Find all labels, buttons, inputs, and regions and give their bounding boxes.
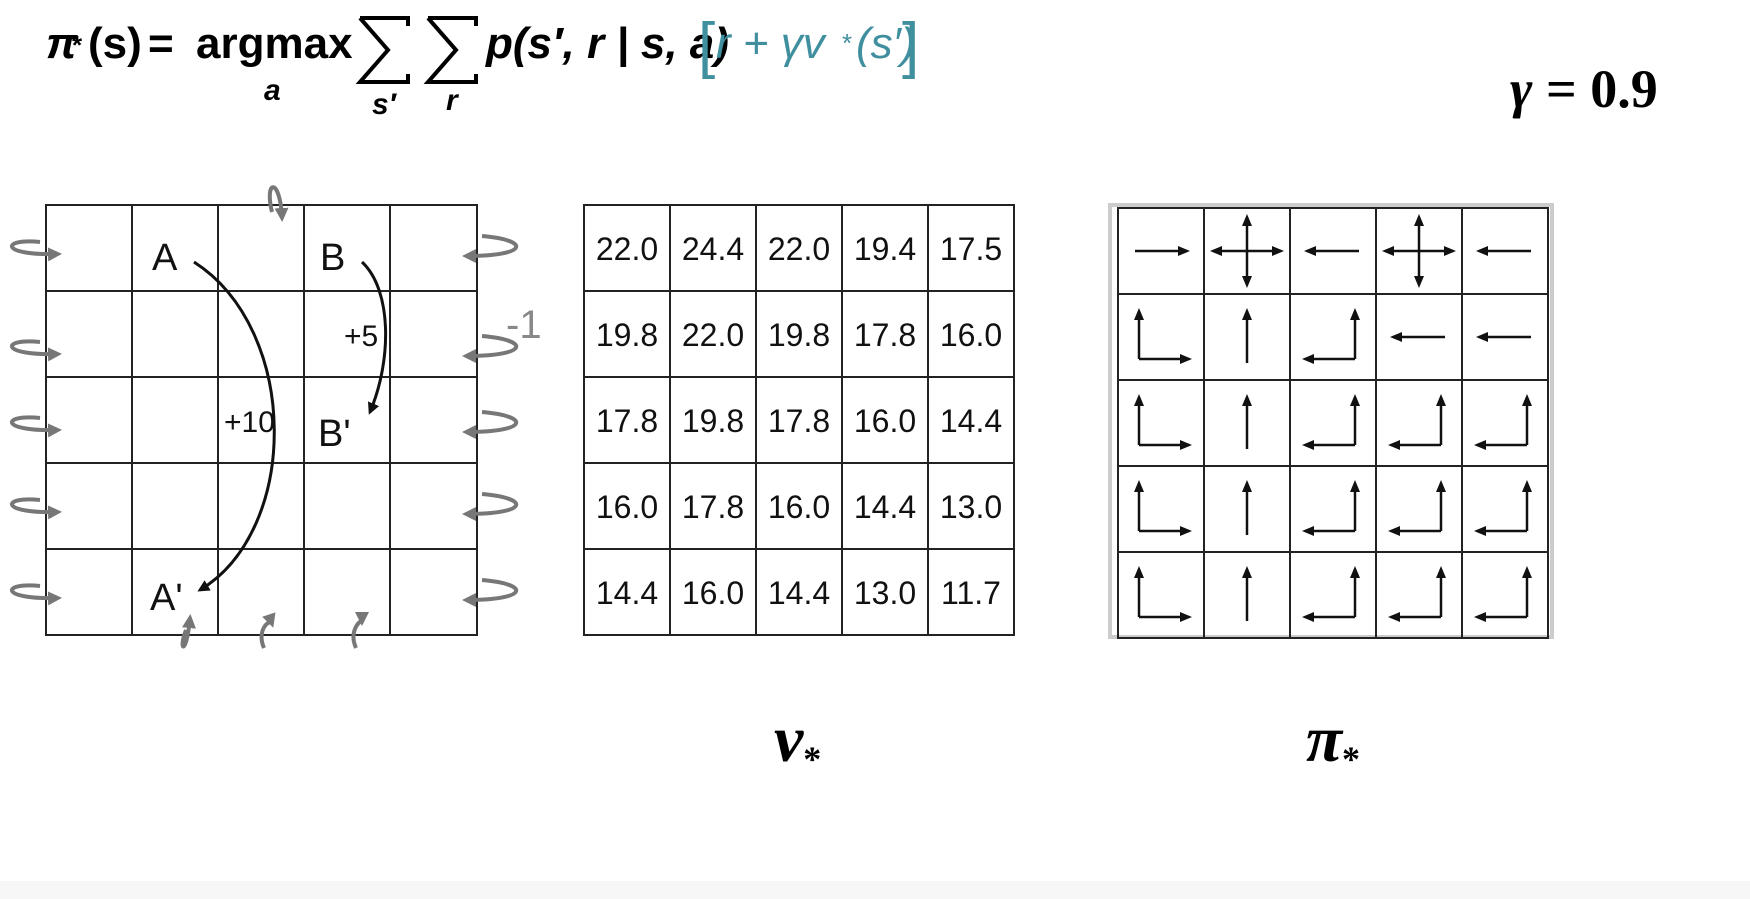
- state-b-prime-label: B': [318, 413, 351, 455]
- policy-cell: [1289, 551, 1377, 639]
- gridworld-diagram: A B B' A' +10 +5 -1: [9, 185, 542, 649]
- value-cell-text: 22.0: [682, 317, 744, 353]
- value-cell-text: 17.8: [854, 317, 916, 353]
- value-cell-text: 16.0: [768, 489, 830, 525]
- policy-table: [1108, 203, 1554, 639]
- value-cell-text: 16.0: [940, 317, 1002, 353]
- policy-table-frame: [1108, 203, 1554, 639]
- value-cell-text: 22.0: [596, 231, 658, 267]
- value-function-table: 22.0 24.4 22.0 19.4 17.5 19.8 22.0 19.8 17.8 16.0…: [583, 204, 1015, 636]
- value-cell-text: 14.4: [940, 403, 1002, 439]
- value-cell-text: 14.4: [768, 575, 830, 611]
- sum-symbol-1: [355, 16, 410, 84]
- value-cell-text: 17.8: [682, 489, 744, 525]
- value-cell-text: 16.0: [596, 489, 658, 525]
- policy-cell: [1117, 551, 1205, 639]
- policy-cell: [1289, 293, 1377, 381]
- formula-sum2-sub: r: [446, 84, 460, 117]
- policy-label-sub: *: [1342, 739, 1361, 779]
- value-cell-text: 11.7: [941, 575, 1001, 611]
- value-label-sub: *: [803, 739, 822, 779]
- value-cell-text: 19.4: [854, 231, 916, 267]
- formula-v-star: *: [842, 28, 852, 58]
- wall-bounce-arrows-left: [9, 239, 62, 606]
- policy-cell: [1375, 551, 1463, 639]
- gamma-value: = 0.9: [1532, 59, 1658, 119]
- sum-symbol-2: [423, 16, 478, 84]
- formula-bracket-content: r + γv: [716, 19, 828, 68]
- formula-probability: p(s′, r | s, a): [485, 19, 729, 68]
- value-table-grid: 22.0 24.4 22.0 19.4 17.5 19.8 22.0 19.8 17.8 16.0…: [583, 204, 1015, 636]
- value-cell-text: 17.8: [768, 403, 830, 439]
- value-cell-text: 13.0: [940, 489, 1002, 525]
- policy-cell: [1461, 465, 1549, 553]
- formula-argmax: argmax: [196, 19, 353, 68]
- bellman-optimal-policy-formula: π * (s) = argmax a s′ r p(s′, r | s, a) …: [0, 0, 1100, 140]
- value-cell-text: 14.4: [596, 575, 658, 611]
- state-b-label: B: [320, 237, 345, 279]
- formula-lhs-arg: (s): [88, 19, 142, 68]
- footer-bar: [0, 881, 1750, 899]
- value-cell-text: 16.0: [854, 403, 916, 439]
- value-cell-text: 17.5: [940, 231, 1002, 267]
- formula-bracket-open: [: [698, 11, 715, 80]
- value-cell-text: 14.4: [854, 489, 916, 525]
- policy-cell: [1117, 465, 1205, 553]
- value-cell-text: 19.8: [768, 317, 830, 353]
- policy-cell: [1289, 465, 1377, 553]
- formula-bracket-close: ]: [902, 11, 919, 80]
- policy-cell: [1461, 551, 1549, 639]
- policy-cell: [1289, 379, 1377, 467]
- policy-label-main: π: [1306, 703, 1343, 776]
- formula-pi-star: *: [72, 30, 83, 60]
- value-cell-text: 22.0: [768, 231, 830, 267]
- formula-argmax-sub: a: [264, 74, 281, 107]
- value-function-label: v*: [774, 702, 821, 780]
- value-cell-text: 17.8: [596, 403, 658, 439]
- gamma-symbol: γ: [1510, 59, 1533, 119]
- value-cell-text: 19.8: [682, 403, 744, 439]
- edge-penalty-label: -1: [506, 303, 542, 347]
- formula-sum1-sub: s′: [372, 88, 398, 121]
- state-a-label: A: [152, 237, 178, 279]
- reward-b-label: +5: [344, 320, 378, 353]
- value-cell-text: 16.0: [682, 575, 744, 611]
- policy-cell: [1117, 293, 1205, 381]
- state-a-prime-label: A': [150, 577, 183, 619]
- policy-cell: [1375, 465, 1463, 553]
- value-cell-text: 19.8: [596, 317, 658, 353]
- value-cell-text: 24.4: [682, 231, 744, 267]
- policy-table-grid: [1117, 207, 1549, 639]
- policy-cell: [1461, 379, 1549, 467]
- formula-equals: =: [148, 19, 174, 68]
- value-cell-text: 13.0: [854, 575, 916, 611]
- policy-label: π*: [1306, 702, 1360, 780]
- formula-svg: π * (s) = argmax a s′ r p(s′, r | s, a) …: [46, 11, 919, 121]
- policy-cell: [1375, 379, 1463, 467]
- value-label-main: v: [774, 703, 804, 776]
- discount-factor: γ = 0.9: [1510, 58, 1658, 120]
- policy-cell: [1117, 379, 1205, 467]
- reward-a-label: +10: [224, 406, 275, 439]
